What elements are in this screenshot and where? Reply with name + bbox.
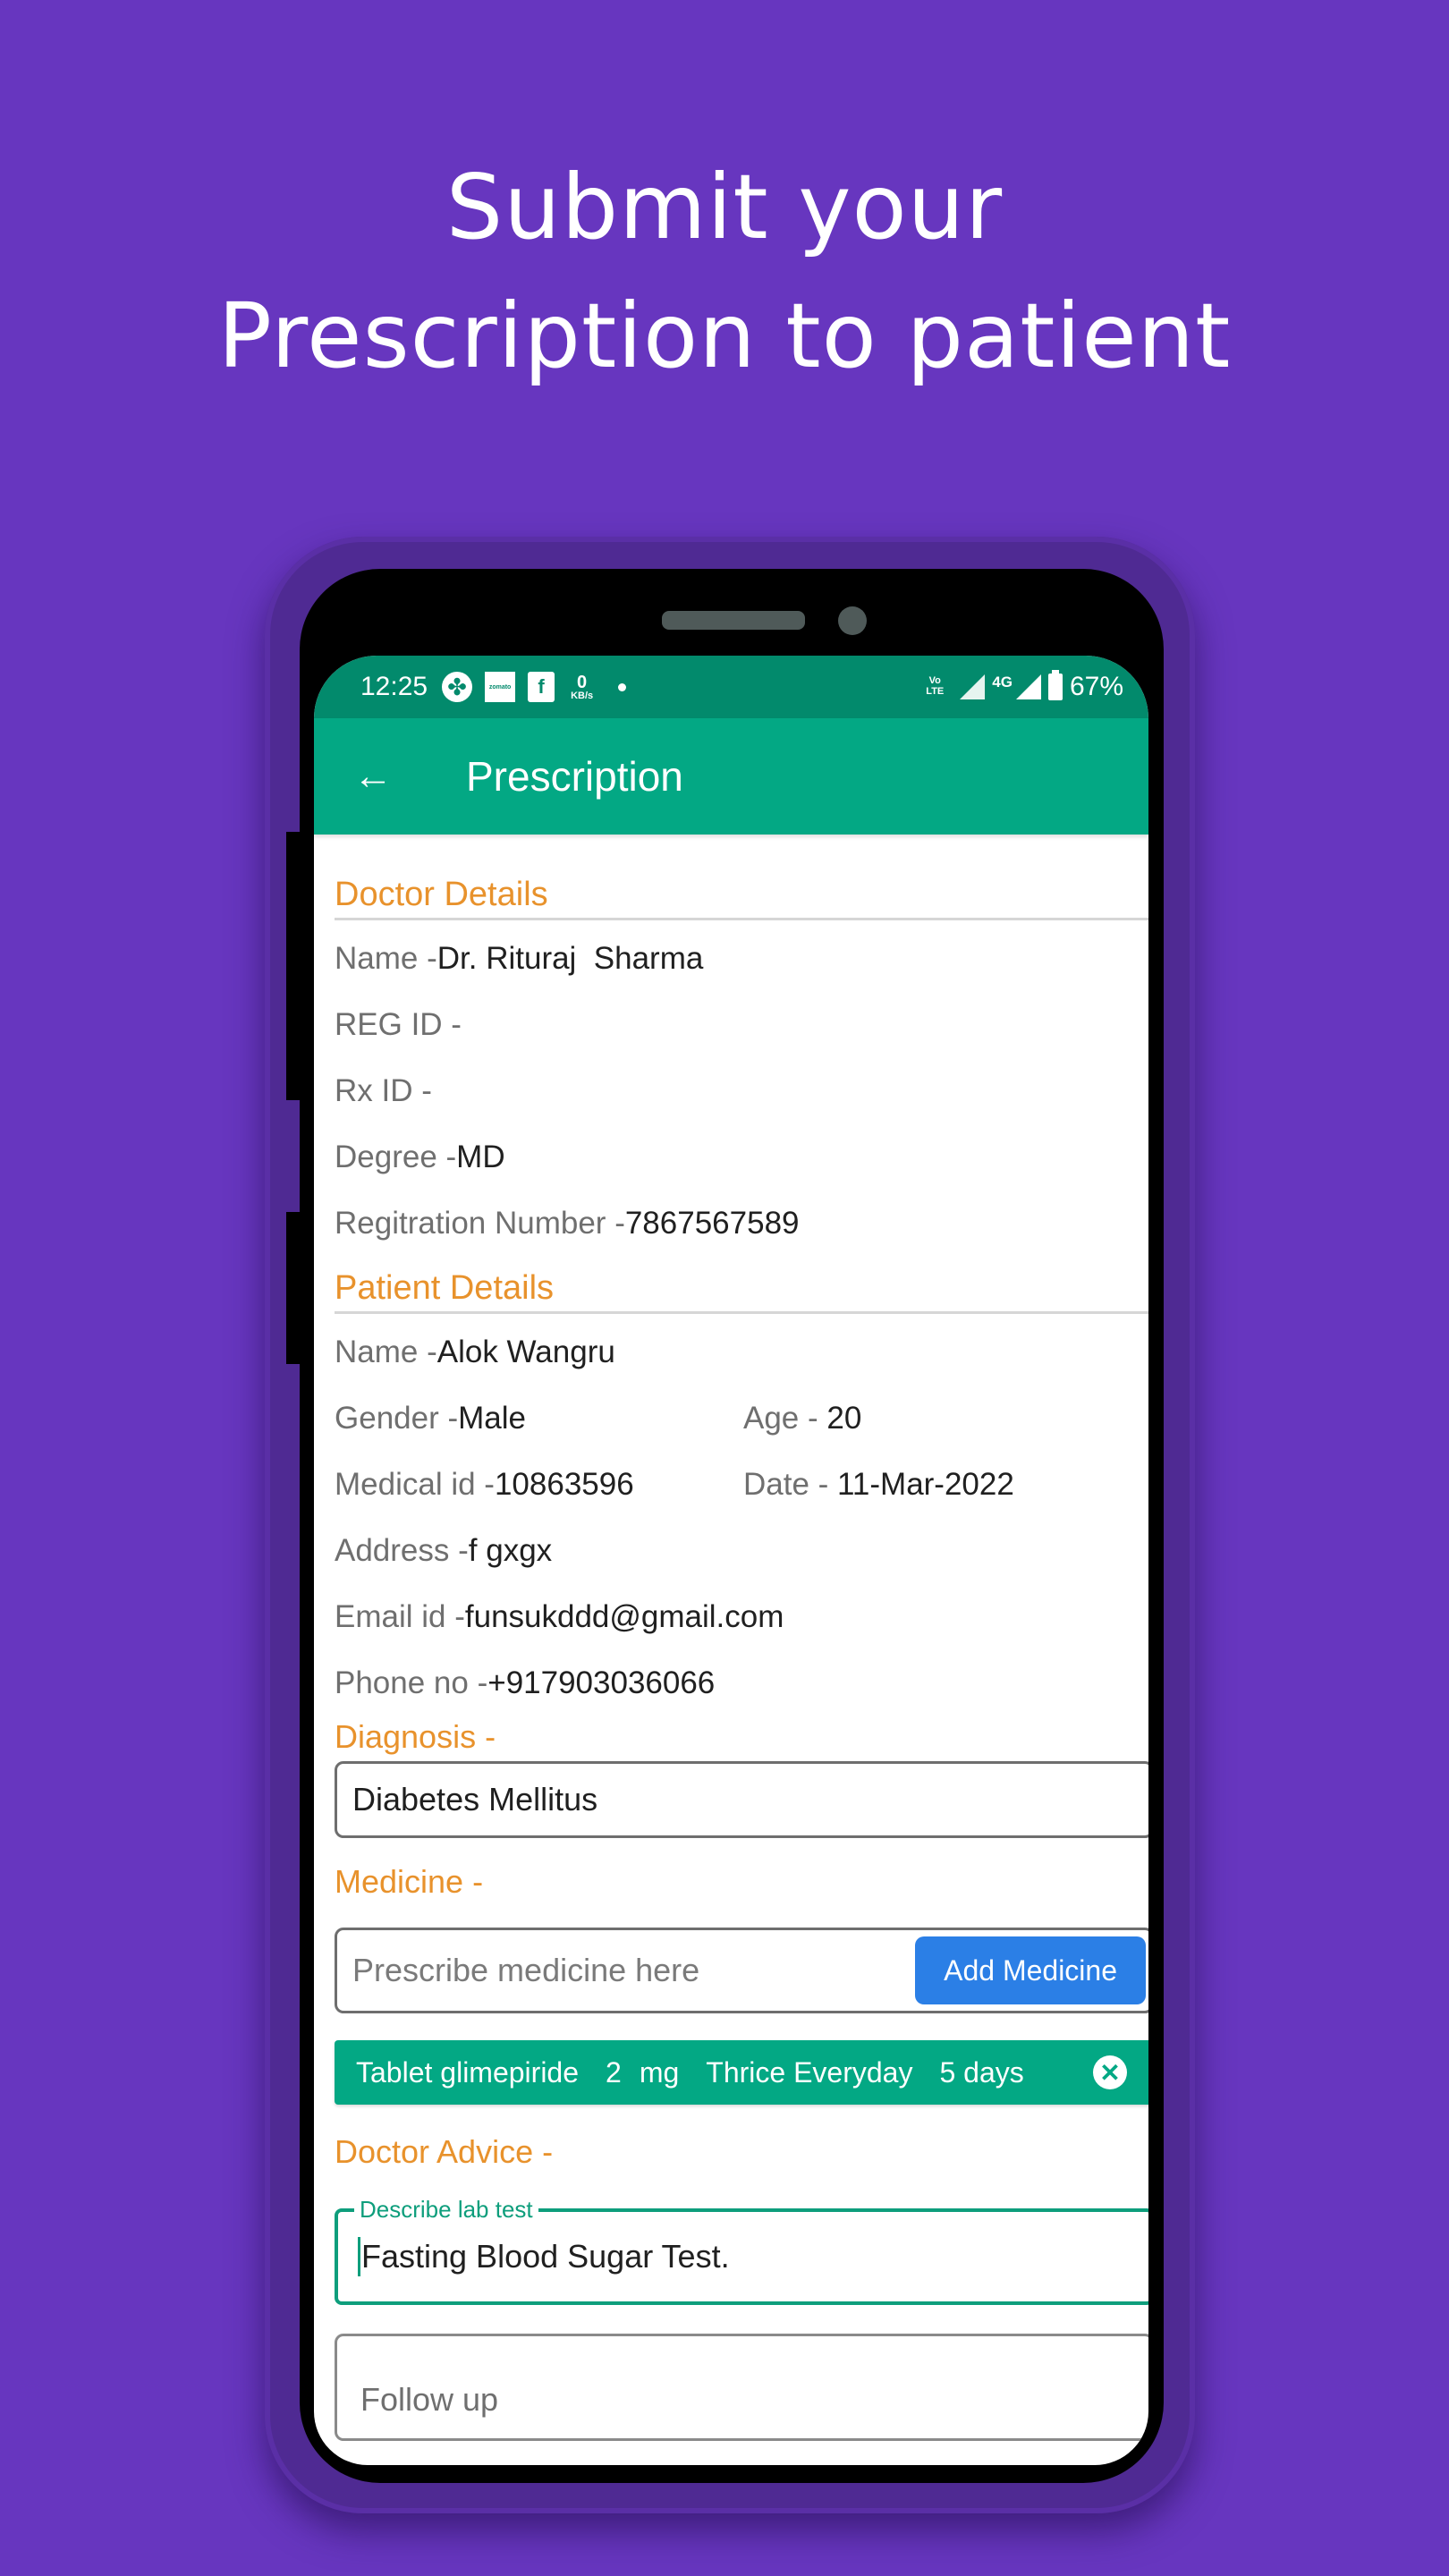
- doctor-name-label: Name -: [335, 941, 437, 976]
- medicine-item-dose: 2: [606, 2055, 622, 2089]
- doctor-registration-row: Regitration Number - 7867567589: [335, 1191, 1148, 1257]
- medicine-item-unit: mg: [639, 2055, 680, 2089]
- zomato-icon: zomato: [485, 672, 516, 702]
- patient-address-row: Address - f gxgx: [335, 1518, 1148, 1584]
- doctor-registration-value: 7867567589: [624, 1206, 800, 1241]
- patient-medical-id-value: 10863596: [494, 1467, 634, 1502]
- phone-screen: 12:25 ✤ zomato f 0 KB/s Vo LTE 4G 67% ← …: [314, 656, 1148, 2465]
- patient-email-row: Email id - funsukddd@gmail.com: [335, 1584, 1148, 1650]
- patient-age-value: 20: [826, 1401, 862, 1436]
- phone-camera: [838, 606, 867, 635]
- patient-name-row: Name - Alok Wangru: [335, 1319, 1148, 1385]
- patient-phone-value: +917903036066: [487, 1665, 716, 1700]
- page-title: Prescription: [466, 753, 683, 800]
- volte-icon: Vo LTE: [926, 676, 944, 697]
- arrow-left-icon[interactable]: ←: [353, 757, 407, 796]
- patient-name-value: Alok Wangru: [436, 1335, 615, 1369]
- headline-line-2: Prescription to patient: [217, 284, 1232, 388]
- patient-phone-label: Phone no -: [335, 1665, 488, 1700]
- medicine-item-duration: 5 days: [939, 2055, 1024, 2089]
- patient-gender-value: Male: [458, 1401, 526, 1436]
- doctor-degree-label: Degree -: [335, 1140, 457, 1174]
- signal-sim1-icon: [960, 674, 986, 699]
- patient-age-label: Age -: [743, 1401, 827, 1436]
- text-cursor: [358, 2237, 360, 2276]
- doctor-degree-value: MD: [456, 1140, 505, 1174]
- patient-address-label: Address -: [335, 1533, 469, 1568]
- doctor-rx-id-row: Rx ID -: [335, 1058, 1148, 1124]
- patient-email-value: funsukddd@gmail.com: [464, 1599, 784, 1634]
- doctor-name-value: Dr. Rituraj Sharma: [436, 941, 704, 976]
- status-time: 12:25: [360, 672, 428, 701]
- app-bar: ← Prescription: [314, 718, 1148, 835]
- medicine-input[interactable]: Prescribe medicine here: [352, 1952, 699, 1989]
- shopping-bag-icon: f: [528, 672, 555, 702]
- volte-bottom: LTE: [926, 686, 945, 697]
- status-bar: 12:25 ✤ zomato f 0 KB/s Vo LTE 4G 67%: [314, 656, 1148, 718]
- doctor-advice-label: Doctor Advice -: [335, 2133, 554, 2170]
- patient-details-heading: Patient Details: [335, 1257, 1148, 1314]
- diagnosis-label: Diagnosis -: [335, 1718, 496, 1755]
- prescription-date-value: 11-Mar-2022: [837, 1467, 1014, 1502]
- medicine-item: Tablet glimepiride 2 mg Thrice Everyday …: [335, 2040, 1148, 2105]
- patient-phone-row: Phone no - +917903036066: [335, 1650, 1148, 1716]
- network-type: 4G: [992, 674, 1013, 691]
- patient-gender-label: Gender -: [335, 1401, 459, 1436]
- medicine-item-frequency: Thrice Everyday: [706, 2055, 913, 2089]
- prescription-date-label: Date -: [743, 1467, 838, 1502]
- medicine-item-name: Tablet glimepiride: [356, 2055, 580, 2089]
- lab-test-input[interactable]: Describe lab test Fasting Blood Sugar Te…: [335, 2196, 1148, 2305]
- patient-medical-id-label: Medical id -: [335, 1467, 495, 1502]
- doctor-registration-label: Regitration Number -: [335, 1206, 625, 1241]
- patient-medid-date-row: Medical id - 10863596 Date - 11-Mar-2022: [335, 1452, 1148, 1518]
- lab-test-value: Fasting Blood Sugar Test.: [361, 2238, 730, 2275]
- signal-sim2-icon: [1015, 674, 1041, 699]
- doctor-details-list: Name - Dr. Rituraj Sharma REG ID - Rx ID…: [335, 920, 1148, 1257]
- patient-name-label: Name -: [335, 1335, 437, 1369]
- headline-line-1: Submit your: [445, 155, 1004, 259]
- network-speed-unit: KB/s: [571, 690, 594, 701]
- lab-test-floating-label: Describe lab test: [354, 2196, 538, 2223]
- doctor-name-row: Name - Dr. Rituraj Sharma: [335, 926, 1148, 992]
- network-speed-value: 0: [577, 672, 588, 692]
- follow-up-input[interactable]: Follow up: [335, 2334, 1148, 2441]
- diagnosis-value: Diabetes Mellitus: [352, 1781, 598, 1818]
- patient-email-label: Email id -: [335, 1599, 465, 1634]
- network-speed: 0 KB/s: [571, 674, 593, 701]
- doctor-details-heading: Doctor Details: [335, 835, 1148, 920]
- add-medicine-button[interactable]: Add Medicine: [915, 1936, 1146, 2004]
- doctor-reg-id-label: REG ID -: [335, 1007, 462, 1042]
- medicine-input-group: Prescribe medicine here Add Medicine: [335, 1928, 1148, 2013]
- follow-up-placeholder: Follow up: [360, 2381, 499, 2418]
- doctor-degree-row: Degree - MD: [335, 1124, 1148, 1191]
- doctor-rx-id-label: Rx ID -: [335, 1073, 432, 1108]
- battery-icon: [1047, 670, 1063, 700]
- doctor-reg-id-row: REG ID -: [335, 992, 1148, 1058]
- prescription-form: Doctor Details Name - Dr. Rituraj Sharma…: [314, 835, 1148, 2441]
- fan-app-icon: ✤: [442, 672, 473, 702]
- patient-address-value: f gxgx: [468, 1533, 553, 1568]
- remove-medicine-icon[interactable]: ✕: [1093, 2055, 1127, 2089]
- battery-percent: 67%: [1069, 672, 1123, 701]
- notification-dot-icon: [618, 682, 627, 691]
- patient-details-list: Name - Alok Wangru Gender - Male Age - 2…: [335, 1314, 1148, 1716]
- diagnosis-input[interactable]: Diabetes Mellitus: [335, 1761, 1148, 1838]
- medicine-label: Medicine -: [335, 1863, 484, 1900]
- promo-headline: Submit your Prescription to patient: [0, 143, 1449, 401]
- patient-gender-age-row: Gender - Male Age - 20: [335, 1385, 1148, 1452]
- phone-speaker: [662, 611, 805, 630]
